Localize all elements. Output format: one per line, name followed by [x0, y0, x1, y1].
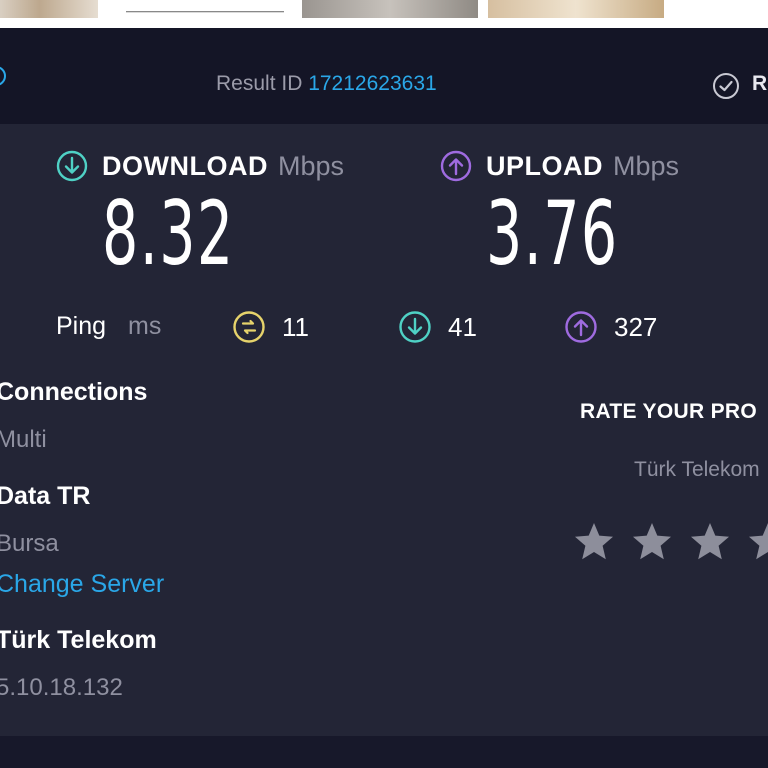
download-arrow-icon [399, 311, 431, 343]
download-unit: Mbps [277, 150, 345, 181]
check-circle-icon[interactable] [712, 72, 740, 100]
upload-unit: Mbps [613, 150, 680, 181]
download-header: DOWNLOAD Mbps [56, 150, 344, 182]
thumbnail-image[interactable] [0, 0, 98, 18]
star-icon[interactable] [746, 520, 768, 564]
server-name: Data TR [0, 482, 91, 510]
connections-title: Connections [0, 378, 148, 406]
idle-ping[interactable]: 11 [232, 310, 309, 344]
footer-band [0, 736, 768, 768]
change-server-link[interactable]: Change Server [0, 570, 164, 599]
connections-value[interactable]: Multi [0, 426, 47, 454]
upload-label: UPLOAD [486, 150, 603, 181]
idle-ping-icon [233, 311, 265, 343]
server-location: Bursa [0, 530, 59, 557]
idle-ping-value: 11 [282, 311, 309, 342]
star-icon[interactable] [688, 520, 732, 564]
star-icon[interactable] [630, 520, 674, 564]
thumbnail-image[interactable] [488, 0, 664, 18]
isp-name: Türk Telekom [0, 626, 157, 654]
upload-header: UPLOAD Mbps [440, 150, 679, 182]
results-link[interactable]: R [752, 72, 767, 96]
download-ping[interactable]: 41 [398, 310, 477, 344]
upload-arrow-icon [440, 150, 472, 182]
rate-provider-title: RATE YOUR PRO [580, 400, 757, 423]
thumbnail-image[interactable] [302, 0, 478, 18]
download-arrow-icon [56, 150, 88, 182]
result-id-link[interactable]: 17212623631 [308, 72, 436, 95]
result-id-label: Result ID 17212623631 [216, 72, 437, 96]
result-id-prefix: Result ID [216, 72, 309, 95]
download-ping-value: 41 [448, 311, 477, 342]
upload-ping-value: 327 [614, 311, 658, 342]
upload-speed-value: 3.76 [486, 182, 619, 285]
ping-unit: ms [128, 312, 162, 340]
rating-stars [572, 520, 768, 564]
rate-provider-name: Türk Telekom [634, 458, 760, 481]
star-icon[interactable] [572, 520, 616, 564]
ping-label: Ping [56, 312, 107, 340]
thumbnail-strip [0, 0, 768, 28]
upload-ping[interactable]: 327 [564, 310, 657, 344]
upload-arrow-icon [565, 311, 597, 343]
isp-ip: 5.10.18.132 [0, 674, 123, 701]
thumbnail-image[interactable] [126, 0, 284, 18]
download-label: DOWNLOAD [102, 150, 268, 181]
download-speed-value: 8.32 [102, 182, 235, 285]
